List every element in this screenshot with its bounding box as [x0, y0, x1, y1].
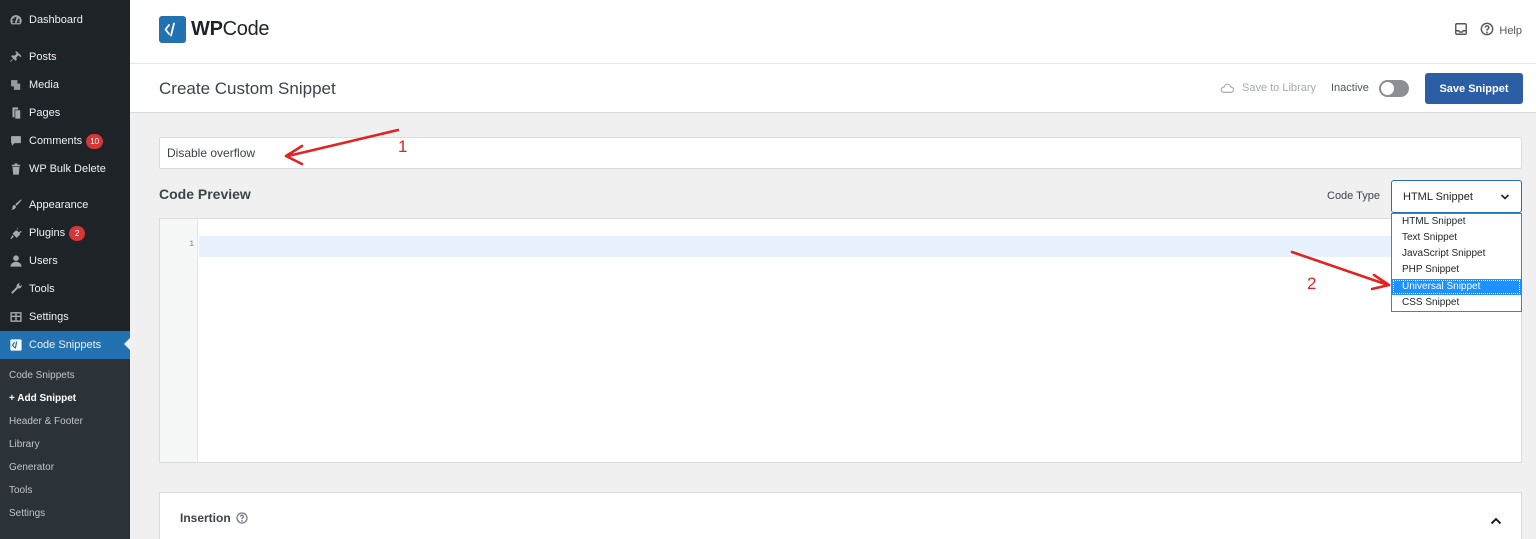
sidebar-item-plugins[interactable]: Plugins 2 [0, 220, 130, 246]
code-type-selected-value: HTML Snippet [1403, 190, 1473, 203]
insertion-panel: Insertion [159, 492, 1522, 539]
page-title: Create Custom Snippet [159, 79, 336, 98]
code-type-option-text[interactable]: Text Snippet [1392, 230, 1521, 246]
sidebar-item-users[interactable]: Users [0, 248, 130, 274]
sidebar-item-label: Code Snippets [29, 339, 102, 351]
collapse-chevron-up-icon[interactable] [1490, 513, 1504, 525]
insertion-label: Insertion [180, 511, 231, 525]
sidebar-item-code-snippets[interactable]: Code Snippets [0, 331, 130, 359]
annotation-number-1: 1 [398, 137, 408, 156]
code-type-select[interactable]: HTML Snippet [1391, 180, 1522, 213]
help-link[interactable]: Help [1499, 25, 1522, 37]
code-type-option-html[interactable]: HTML Snippet [1392, 214, 1521, 230]
admin-sidebar: Dashboard Posts Media Pages Comments 10 … [0, 0, 130, 539]
submenu-item-settings[interactable]: Settings [9, 508, 45, 519]
insertion-header[interactable]: Insertion [180, 511, 248, 525]
wpcode-topbar: WPCode Help [130, 0, 1536, 64]
sidebar-item-appearance[interactable]: Appearance [0, 192, 130, 218]
code-icon [8, 337, 24, 353]
help-icon[interactable] [236, 512, 248, 524]
save-to-library-label: Save to Library [1242, 82, 1316, 94]
code-type-dropdown-list: HTML Snippet Text Snippet JavaScript Sni… [1391, 213, 1522, 312]
settings-icon [8, 309, 24, 325]
sidebar-item-label: Posts [29, 51, 57, 63]
snippet-header: Create Custom Snippet Save to Library In… [130, 64, 1536, 113]
editor-gutter: 1 [160, 219, 198, 462]
sidebar-item-comments[interactable]: Comments 10 [0, 128, 130, 154]
status-label: Inactive [1331, 82, 1369, 94]
sidebar-item-label: Users [29, 255, 58, 267]
sidebar-item-label: Tools [29, 283, 55, 295]
dashboard-icon [8, 12, 24, 28]
snippet-title-input[interactable] [159, 137, 1522, 169]
submenu-item-tools[interactable]: Tools [9, 485, 32, 496]
code-editor[interactable]: 1 [159, 218, 1522, 463]
submenu-item-code-snippets[interactable]: Code Snippets [9, 370, 75, 381]
editor-active-line[interactable] [199, 236, 1521, 257]
sidebar-item-label: Dashboard [29, 14, 83, 26]
wpcode-logo-text: WPCode [191, 18, 270, 40]
chevron-down-icon [1500, 193, 1510, 200]
submenu-item-header-footer[interactable]: Header & Footer [9, 416, 83, 427]
inbox-icon[interactable] [1454, 22, 1468, 39]
plug-icon [8, 225, 24, 241]
sidebar-item-label: Appearance [29, 199, 89, 211]
comments-count-badge: 10 [86, 133, 104, 149]
brush-icon [8, 197, 24, 213]
wrench-icon [8, 281, 24, 297]
sidebar-item-posts[interactable]: Posts [0, 44, 130, 70]
code-type-option-php[interactable]: PHP Snippet [1392, 262, 1521, 278]
sidebar-item-label: Comments [29, 135, 83, 147]
submenu-item-add-snippet[interactable]: + Add Snippet [9, 393, 76, 404]
code-type-option-javascript[interactable]: JavaScript Snippet [1392, 246, 1521, 262]
wpcode-logo: WPCode [159, 16, 270, 43]
sidebar-item-tools[interactable]: Tools [0, 276, 130, 302]
sidebar-item-media[interactable]: Media [0, 72, 130, 98]
top-actions: Help [1454, 22, 1522, 39]
comment-icon [8, 133, 24, 149]
sidebar-item-label: WP Bulk Delete [29, 163, 106, 175]
plugins-count-badge: 2 [69, 225, 86, 241]
help-icon[interactable] [1480, 22, 1494, 39]
active-toggle[interactable] [1379, 80, 1409, 97]
sidebar-item-settings[interactable]: Settings [0, 304, 130, 330]
pages-icon [8, 105, 24, 121]
code-preview-label: Code Preview [159, 186, 251, 202]
code-type-label: Code Type [1327, 190, 1381, 202]
sidebar-item-label: Settings [29, 311, 69, 323]
save-to-library-button[interactable]: Save to Library [1220, 82, 1316, 94]
cloud-icon [1220, 83, 1234, 93]
code-type-option-css[interactable]: CSS Snippet [1392, 295, 1521, 311]
sidebar-item-label: Pages [29, 107, 61, 119]
line-number: 1 [189, 240, 194, 249]
sidebar-item-label: Media [29, 79, 59, 91]
sidebar-item-pages[interactable]: Pages [0, 100, 130, 126]
media-icon [8, 77, 24, 93]
sidebar-item-dashboard[interactable]: Dashboard [0, 7, 130, 33]
code-snippets-submenu: Code Snippets + Add Snippet Header & Foo… [0, 359, 130, 539]
submenu-item-library[interactable]: Library [9, 439, 40, 450]
user-icon [8, 253, 24, 269]
sidebar-item-wp-bulk-delete[interactable]: WP Bulk Delete [0, 156, 130, 182]
pin-icon [8, 49, 24, 65]
submenu-item-generator[interactable]: Generator [9, 462, 54, 473]
wpcode-logo-icon [159, 16, 186, 43]
code-type-option-universal[interactable]: Universal Snippet [1392, 279, 1521, 295]
save-snippet-button[interactable]: Save Snippet [1425, 73, 1523, 104]
trash-icon [8, 161, 24, 177]
annotation-number-2: 2 [1307, 274, 1317, 293]
sidebar-item-label: Plugins [29, 227, 66, 239]
